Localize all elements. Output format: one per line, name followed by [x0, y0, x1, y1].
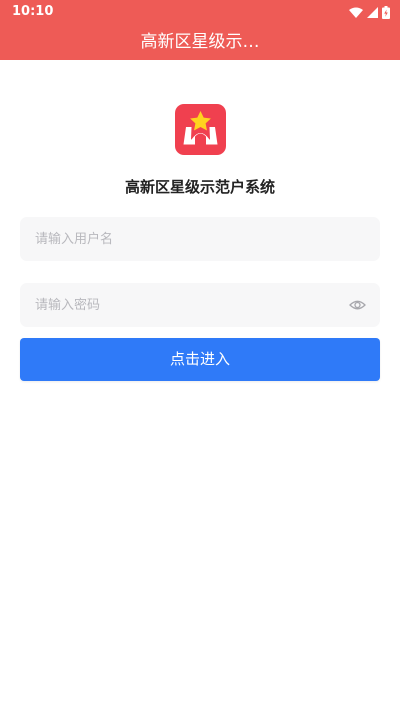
status-icons: [349, 5, 390, 19]
page-title: 高新区星级示…: [140, 32, 260, 52]
eye-icon[interactable]: [349, 297, 366, 313]
password-field: [20, 283, 380, 327]
status-time: 10:10: [12, 4, 54, 19]
username-field: [20, 217, 380, 261]
password-input[interactable]: [35, 283, 335, 327]
app-logo: [175, 104, 226, 155]
cell-signal-icon: [367, 6, 378, 18]
wifi-icon: [349, 7, 363, 18]
title-bar: 高新区星级示…: [0, 24, 400, 60]
star-house-logo-icon: [183, 111, 218, 145]
username-input[interactable]: [35, 217, 335, 261]
battery-icon: [382, 5, 390, 19]
login-button[interactable]: 点击进入: [20, 338, 380, 381]
status-bar: 10:10: [0, 0, 400, 24]
app-title: 高新区星级示范户系统: [124, 178, 275, 196]
